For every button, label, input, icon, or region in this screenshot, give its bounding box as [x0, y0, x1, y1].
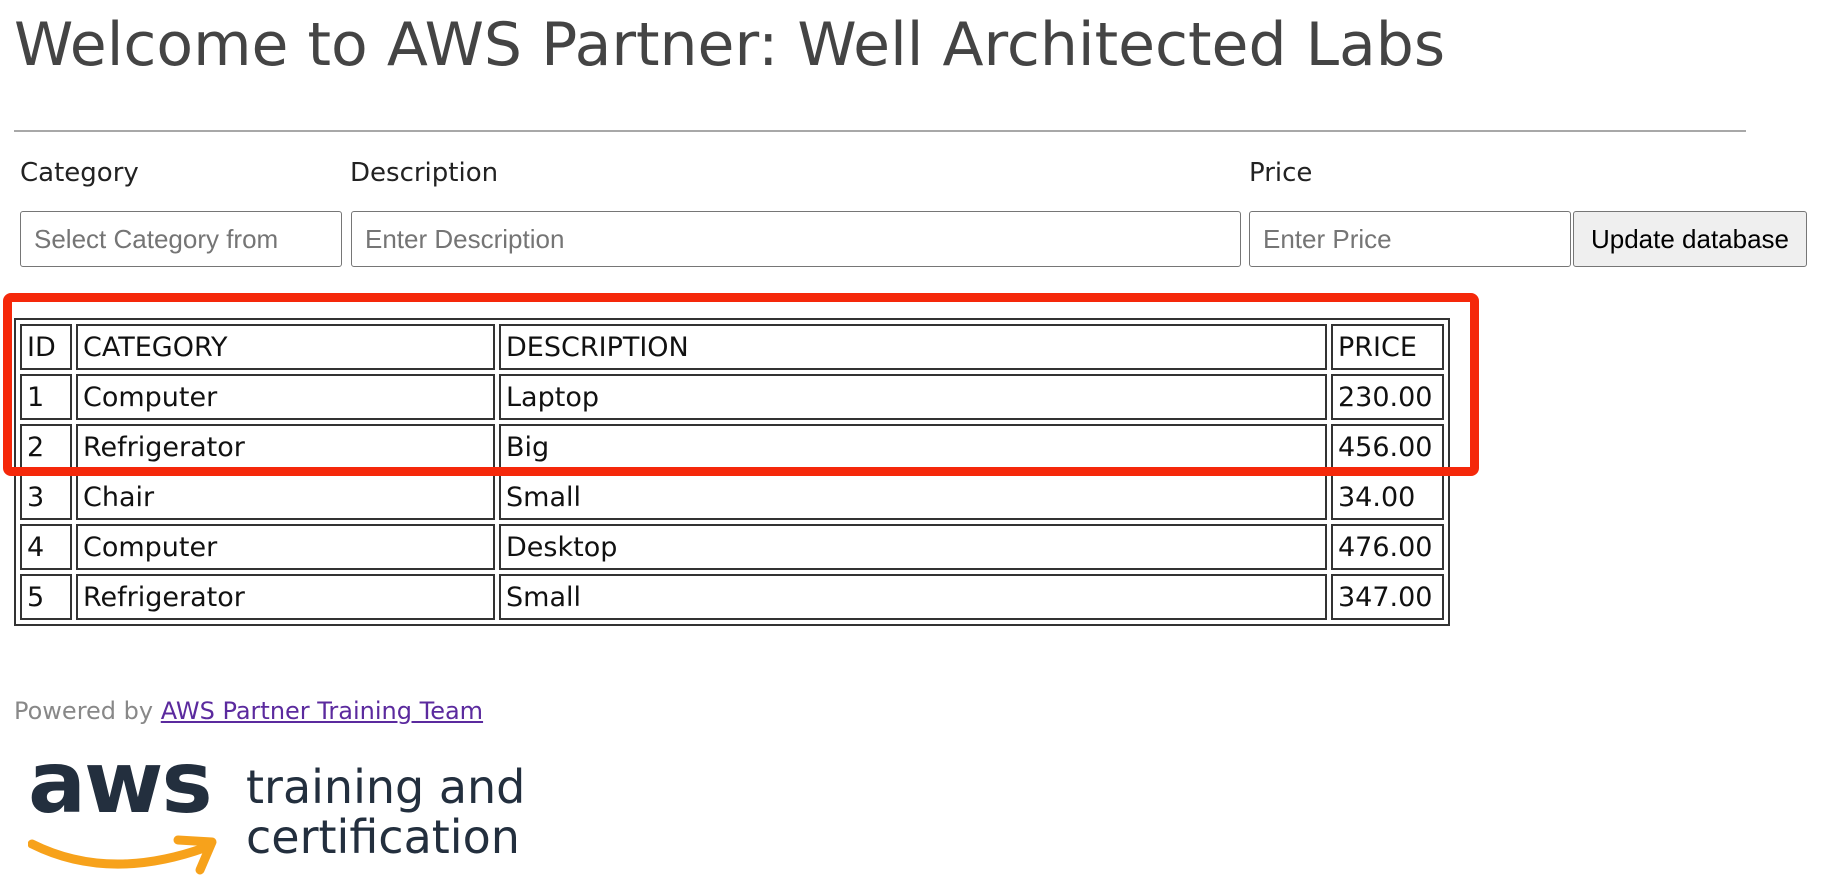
cell-id: 3 [20, 474, 72, 520]
category-label: Category [20, 158, 139, 188]
description-label: Description [350, 158, 499, 188]
table-row: 4 Computer Desktop 476.00 [20, 524, 1444, 570]
cell-category: Refrigerator [76, 424, 495, 470]
table-header-row: ID CATEGORY DESCRIPTION PRICE [20, 324, 1444, 370]
logo-tagline-line1: training and [246, 760, 526, 814]
cell-description: Laptop [499, 374, 1327, 420]
cell-category: Chair [76, 474, 495, 520]
cell-price: 34.00 [1331, 474, 1444, 520]
products-table: ID CATEGORY DESCRIPTION PRICE 1 Computer… [14, 318, 1450, 626]
header-divider [14, 130, 1746, 132]
cell-category: Computer [76, 374, 495, 420]
category-input[interactable] [20, 211, 342, 267]
cell-price: 230.00 [1331, 374, 1444, 420]
column-header-description: DESCRIPTION [499, 324, 1327, 370]
cell-id: 4 [20, 524, 72, 570]
page-title: Welcome to AWS Partner: Well Architected… [14, 10, 1446, 80]
cell-category: Refrigerator [76, 574, 495, 620]
cell-description: Desktop [499, 524, 1327, 570]
cell-category: Computer [76, 524, 495, 570]
column-header-id: ID [20, 324, 72, 370]
column-header-price: PRICE [1331, 324, 1444, 370]
cell-description: Small [499, 474, 1327, 520]
table-row: 3 Chair Small 34.00 [20, 474, 1444, 520]
logo-tagline-line2: certification [246, 810, 520, 864]
price-label: Price [1249, 158, 1313, 188]
cell-id: 1 [20, 374, 72, 420]
cell-id: 5 [20, 574, 72, 620]
cell-description: Big [499, 424, 1327, 470]
table-row: 2 Refrigerator Big 456.00 [20, 424, 1444, 470]
column-header-category: CATEGORY [76, 324, 495, 370]
cell-price: 456.00 [1331, 424, 1444, 470]
cell-price: 476.00 [1331, 524, 1444, 570]
table-row: 1 Computer Laptop 230.00 [20, 374, 1444, 420]
footer-credit: Powered by AWS Partner Training Team [14, 697, 483, 725]
aws-training-certification-logo: aws training and certification [28, 740, 528, 880]
cell-id: 2 [20, 424, 72, 470]
aws-wordmark: aws [28, 733, 213, 833]
powered-by-text: Powered by [14, 697, 154, 725]
training-team-link[interactable]: AWS Partner Training Team [161, 697, 483, 725]
aws-smile-arrow-icon [28, 835, 217, 875]
table-row: 5 Refrigerator Small 347.00 [20, 574, 1444, 620]
cell-description: Small [499, 574, 1327, 620]
cell-price: 347.00 [1331, 574, 1444, 620]
price-input[interactable] [1249, 211, 1571, 267]
description-input[interactable] [351, 211, 1241, 267]
update-database-button[interactable]: Update database [1573, 211, 1807, 267]
logo-tagline: training and certification [246, 762, 525, 862]
